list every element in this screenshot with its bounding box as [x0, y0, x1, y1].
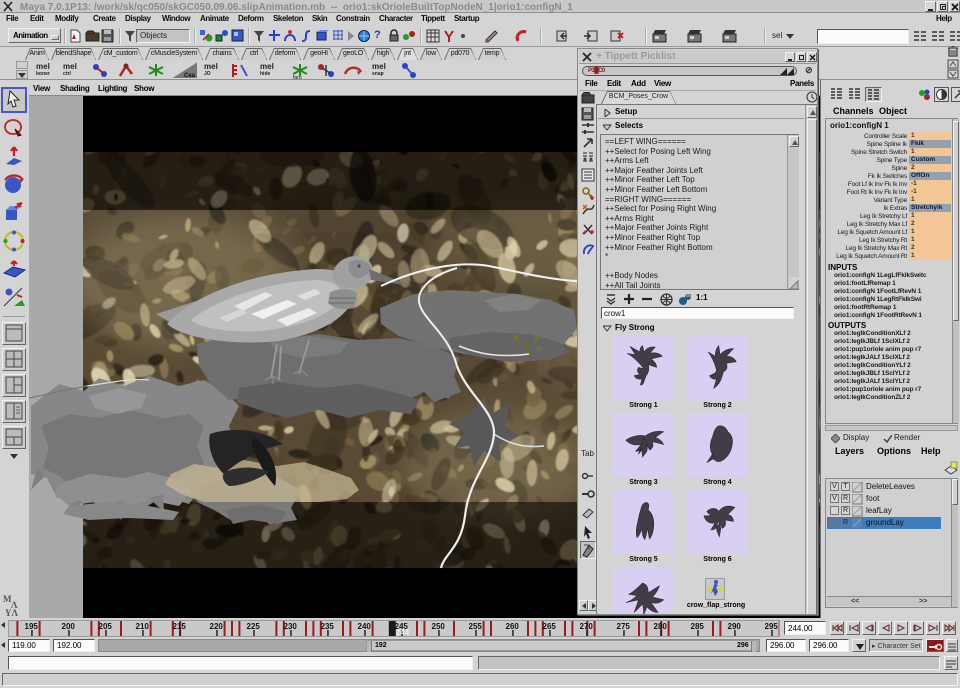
svg-text:275: 275 — [617, 622, 631, 631]
svg-text:210: 210 — [136, 622, 150, 631]
svg-text:255: 255 — [469, 622, 483, 631]
svg-text:200: 200 — [62, 622, 76, 631]
svg-text:244: 244 — [396, 628, 410, 636]
svg-text:220: 220 — [210, 622, 224, 631]
svg-text:195: 195 — [25, 622, 39, 631]
svg-text:YΛ: YΛ — [5, 608, 18, 618]
svg-text:240: 240 — [358, 622, 372, 631]
svg-text:215: 215 — [173, 622, 187, 631]
svg-text:farq: farq — [293, 75, 302, 79]
svg-text:270: 270 — [580, 622, 594, 631]
svg-text:285: 285 — [691, 622, 705, 631]
svg-text:260: 260 — [506, 622, 520, 631]
svg-text:225: 225 — [247, 622, 261, 631]
svg-text:235: 235 — [321, 622, 335, 631]
svg-text:295: 295 — [765, 622, 779, 631]
svg-text:Cea: Cea — [184, 73, 196, 79]
svg-text:205: 205 — [99, 622, 113, 631]
svg-text:230: 230 — [284, 622, 298, 631]
svg-text:250: 250 — [432, 622, 446, 631]
svg-text:290: 290 — [728, 622, 742, 631]
svg-text:265: 265 — [543, 622, 557, 631]
svg-text:280: 280 — [654, 622, 668, 631]
